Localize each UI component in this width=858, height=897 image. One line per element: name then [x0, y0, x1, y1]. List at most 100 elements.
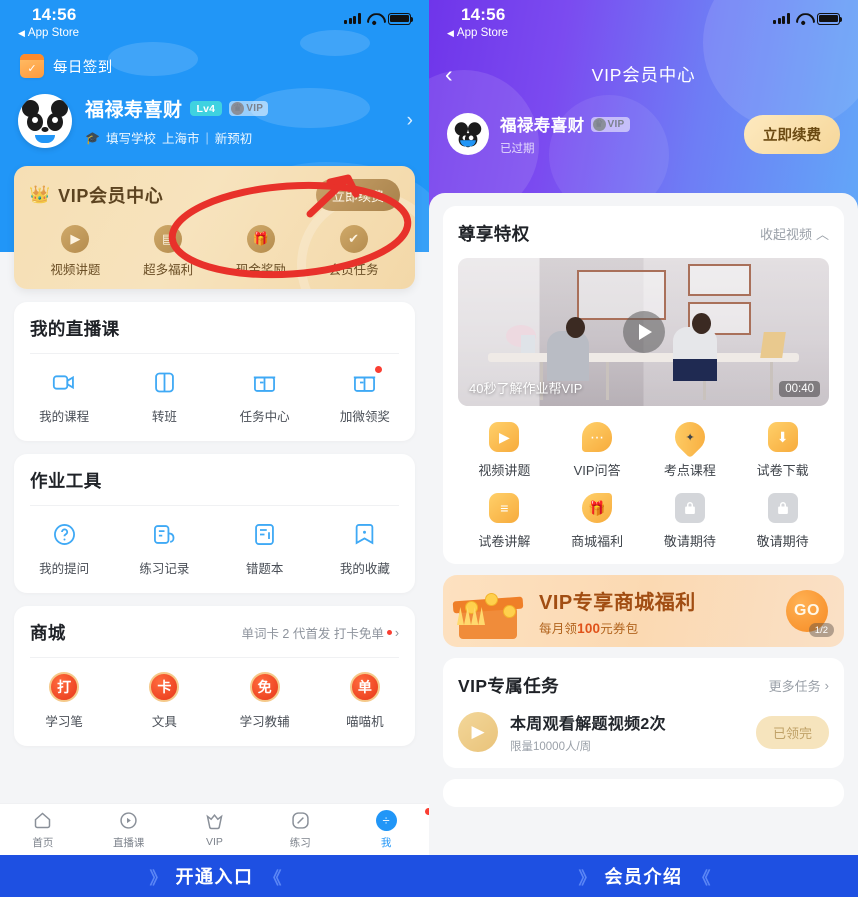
tab-vip[interactable]: VIP [172, 811, 258, 848]
lock-icon [767, 493, 798, 523]
school-placeholder[interactable]: 填写学校 [106, 128, 156, 147]
privilege-video-lecture[interactable]: ▶ 视频讲题 [458, 422, 551, 479]
vip-benefit-item[interactable]: ✔ 会员任务 [307, 225, 400, 278]
privileges-card: 尊享特权 收起视频 ︿ 40秒了解作业帮VIP 00:40 ▶ 视频讲题 ⋯ V… [443, 206, 844, 564]
chevron-right-icon[interactable]: › [407, 110, 413, 132]
crown-icon: ♛ [231, 102, 245, 115]
privilege-paper-download[interactable]: ⬇ 试卷下载 [736, 422, 829, 479]
vip-badge: ♛ VIP [590, 116, 630, 132]
grid-item-practice-record[interactable]: 练习记录 [114, 520, 214, 577]
membership-status: 已过期 [500, 143, 535, 155]
practice-record-icon [150, 520, 179, 549]
grade-label: 新预初 [214, 132, 253, 146]
vip-benefit-label: 会员任务 [328, 263, 379, 277]
gift-box-icon: ▤ [154, 225, 183, 253]
grid-item-task-center[interactable]: 任务中心 [215, 368, 315, 425]
grid-item-wechat-prize[interactable]: 加微领奖 [315, 366, 415, 425]
printer-icon: 单 [349, 672, 380, 702]
grid-item-wrong-questions[interactable]: 错题本 [215, 520, 315, 577]
double-chevron-right-icon: 》 [578, 868, 596, 888]
privilege-paper-explain[interactable]: ≡ 试卷讲解 [458, 493, 551, 550]
vip-center-card[interactable]: 👑 VIP会员中心 立即续费 ▶ 视频讲题 ▤ 超多福利 🎁 现金奖励 ✔ 会员… [14, 166, 415, 289]
renew-button[interactable]: 立即续费 [315, 179, 400, 211]
vip-benefit-item[interactable]: ▤ 超多福利 [122, 225, 215, 278]
avatar [18, 94, 72, 148]
grid-item-my-question[interactable]: 我的提问 [14, 520, 114, 577]
download-icon: ⬇ [767, 422, 798, 452]
video-duration: 00:40 [779, 381, 820, 397]
annotation-footer-right: 》 会员介绍 《 [429, 855, 858, 897]
collapse-video-button[interactable]: 收起视频 ︿ [760, 224, 829, 243]
cash-icon: 🎁 [246, 225, 275, 253]
chat-bubble-icon: ⋯ [582, 422, 613, 452]
daily-signin-entry[interactable]: 每日签到 [0, 52, 429, 78]
grid-item-label: 错题本 [245, 562, 284, 576]
tab-home[interactable]: 首页 [0, 810, 86, 850]
vip-badge: ♛ VIP [229, 101, 269, 116]
promo-video-player[interactable]: 40秒了解作业帮VIP 00:40 [458, 258, 829, 406]
question-icon [50, 520, 79, 549]
privilege-label: 视频讲题 [478, 463, 531, 478]
privilege-mall-benefit[interactable]: 🎁 商城福利 [551, 493, 644, 550]
vip-benefit-label: 超多福利 [143, 263, 194, 277]
renew-button[interactable]: 立即续费 [744, 114, 840, 154]
video-folder-icon: ▶ [489, 422, 520, 452]
vip-profile-row: 福禄寿喜财 ♛ VIP 已过期 立即续费 [429, 96, 858, 156]
gift-icon: 🎁 [582, 493, 613, 523]
privilege-locked-1[interactable]: 敬请期待 [644, 493, 737, 550]
task-action-button[interactable]: 已领完 [755, 715, 829, 749]
profile-row[interactable]: 福禄寿喜财 Lv4 ♛ VIP 🎓 填写学校 上海市 | 新预初 › [0, 78, 429, 148]
tab-live-class[interactable]: 直播课 [86, 810, 172, 850]
privilege-exam-course[interactable]: ✦ 考点课程 [644, 415, 737, 479]
vip-tasks-card: VIP专属任务 更多任务 › ▶ 本周观看解题视频2次 限量10000人/周 已… [443, 658, 844, 768]
calendar-check-icon [20, 54, 44, 78]
tab-practice[interactable]: 练习 [257, 810, 343, 850]
privilege-locked-2[interactable]: 敬请期待 [736, 493, 829, 550]
tab-label: 直播课 [112, 836, 145, 849]
task-title: 本周观看解题视频2次 [510, 716, 666, 733]
section-card-mall: 商城 单词卡 2 代首发 打卡免单 › 打 学习笔 卡 文具 免 学习教辅 单 … [14, 606, 415, 746]
vip-benefit-item[interactable]: 🎁 现金奖励 [215, 225, 308, 278]
grid-item-study-pen[interactable]: 打 学习笔 [14, 672, 114, 730]
banner-subtitle-post: 元券包 [600, 621, 639, 636]
divider: | [205, 130, 209, 145]
tab-profile[interactable]: ÷ 我 [343, 807, 429, 850]
mall-benefit-banner[interactable]: VIP专享商城福利 每月领100元券包 GO 1/2 [443, 575, 844, 647]
grid-item-my-course[interactable]: 我的课程 [14, 368, 114, 425]
return-to-app-link[interactable]: ◀ App Store [447, 27, 508, 40]
practice-icon [289, 810, 311, 832]
vip-benefit-label: 视频讲题 [50, 263, 101, 277]
vip-content-sheet: 尊享特权 收起视频 ︿ 40秒了解作业帮VIP 00:40 ▶ 视频讲题 ⋯ V… [429, 193, 858, 855]
task-subtitle: 限量10000人/周 [510, 741, 592, 753]
section-title: VIP专属任务 [458, 676, 560, 696]
vip-crown-icon [203, 811, 225, 833]
grid-item-study-books[interactable]: 免 学习教辅 [215, 672, 315, 730]
chevron-right-icon: › [394, 625, 399, 640]
grid-item-label: 学习教辅 [239, 715, 290, 729]
play-button-icon[interactable] [622, 311, 665, 353]
chevron-up-icon: ︿ [815, 227, 829, 242]
status-time: 14:56 [461, 5, 506, 24]
privilege-vip-qa[interactable]: ⋯ VIP问答 [551, 422, 644, 479]
grid-item-printer[interactable]: 单 喵喵机 [315, 672, 415, 730]
grid-item-bookmark[interactable]: 我的收藏 [315, 520, 415, 577]
back-triangle-icon: ◀ [18, 28, 25, 39]
annotation-footer-label: 会员介绍 [604, 867, 683, 887]
stationery-icon: 卡 [149, 672, 180, 702]
task-center-icon [250, 368, 279, 397]
vip-benefit-item[interactable]: ▶ 视频讲题 [29, 225, 122, 278]
cellular-signal-icon [343, 13, 361, 25]
double-chevron-left-icon: 《 [693, 868, 711, 888]
grid-item-label: 喵喵机 [346, 715, 384, 729]
bookmark-icon [350, 520, 379, 549]
grid-item-stationery[interactable]: 卡 文具 [114, 672, 214, 730]
more-tasks-link[interactable]: 更多任务 › [769, 676, 829, 695]
section-card-homework-tools: 作业工具 我的提问 练习记录 错题本 我的收藏 [14, 454, 415, 593]
grid-item-transfer[interactable]: 转班 [114, 368, 214, 425]
mall-promo-link[interactable]: 单词卡 2 代首发 打卡免单 › [241, 623, 399, 642]
live-class-icon [118, 810, 140, 832]
crown-icon: ♛ [592, 117, 606, 131]
location-pin-icon: ✦ [668, 415, 712, 459]
level-badge: Lv4 [189, 101, 223, 116]
return-to-app-link[interactable]: ◀ App Store [18, 27, 79, 40]
